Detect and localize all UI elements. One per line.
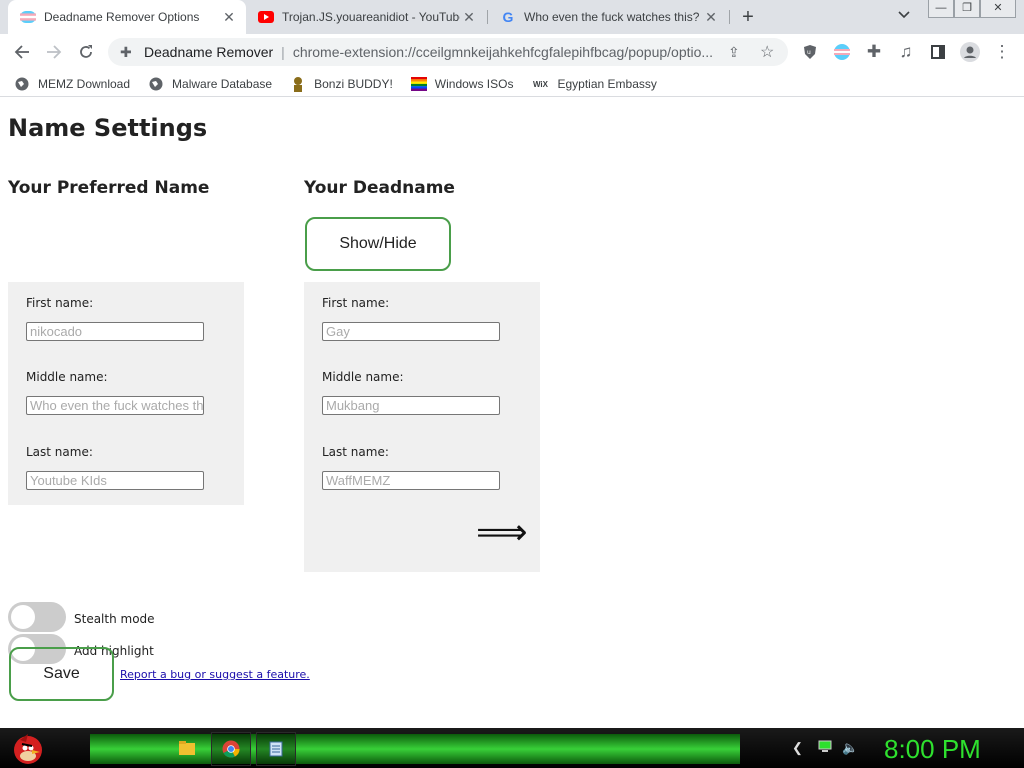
report-bug-link[interactable]: Report a bug or suggest a feature. [120,668,310,681]
tab-search-chevron-icon[interactable] [894,8,914,28]
bookmarks-bar: MEMZ Download Malware Database Bonzi BUD… [0,72,1024,97]
close-icon[interactable]: ✕ [702,9,720,26]
close-icon[interactable]: ✕ [460,9,478,26]
address-bar[interactable]: ✚ Deadname Remover | chrome-extension://… [108,38,788,66]
bookmark-memz[interactable]: MEMZ Download [14,76,130,92]
puzzle-piece-icon: ✚ [120,43,132,60]
forward-arrow-icon[interactable] [42,40,66,64]
rainbow-flag-icon [410,76,427,92]
browser-chrome: Deadname Remover Options ✕ Trojan.JS.you… [0,0,1024,103]
google-icon: G [502,9,514,25]
ublock-shield-icon[interactable]: u [798,40,822,64]
toggle-knob [11,605,35,629]
tab-google[interactable]: G Who even the fuck watches this? ✕ [488,0,728,34]
media-queue-icon[interactable]: ♫ [894,40,918,64]
options-page: Name Settings Your Preferred Name Your D… [0,104,1024,728]
taskbar: ❮ 🔈 8:00 PM [0,728,1024,768]
volume-speaker-icon[interactable]: 🔈 [842,740,858,756]
chrome-taskbar-icon[interactable] [211,732,251,766]
bonzi-icon [290,76,306,92]
close-icon[interactable]: ✕ [220,9,238,26]
last-name-label: Last name: [26,445,93,459]
svg-text:u: u [807,49,811,56]
bookmark-label: Bonzi BUDDY! [314,77,393,91]
notepad-icon[interactable] [256,732,296,766]
taskbar-clock[interactable]: 8:00 PM [884,734,981,765]
star-bookmark-icon[interactable]: ☆ [760,42,774,62]
tab-youtube[interactable]: Trojan.JS.youareanidiot - YouTube ✕ [246,0,486,34]
site-name: Deadname Remover [144,44,274,60]
page-title: Name Settings [8,114,208,142]
globe-icon [148,76,164,92]
tab-separator [729,10,730,24]
tab-title: Who even the fuck watches this? [524,10,700,24]
bookmark-label: Malware Database [172,77,273,91]
preferred-middle-name-input[interactable]: Who even the fuck watches this [26,396,204,415]
tab-title: Trojan.JS.youareanidiot - YouTube [282,10,460,24]
url-text[interactable]: chrome-extension://cceilgmnkeijahkehfcgf… [293,44,723,60]
preferred-name-panel: First name: nikocado Middle name: Who ev… [8,282,244,505]
browser-toolbar: ✚ Deadname Remover | chrome-extension://… [0,34,1024,70]
middle-name-label: Middle name: [322,370,404,384]
deadname-last-name-input[interactable]: WaffMEMZ [322,471,500,490]
restore-button[interactable]: ❐ [954,0,980,18]
trans-flag-extension-icon[interactable] [830,40,854,64]
stealth-mode-label: Stealth mode [74,612,155,626]
new-tab-button[interactable]: + [736,5,760,29]
profile-avatar-icon[interactable] [958,40,982,64]
preferred-last-name-input[interactable]: Youtube KIds [26,471,204,490]
bookmark-malware-database[interactable]: Malware Database [148,76,272,92]
trans-flag-icon [20,9,36,25]
globe-icon [14,76,30,92]
middle-name-label: Middle name: [26,370,108,384]
bookmark-egyptian-embassy[interactable]: WiX Egyptian Embassy [531,76,657,92]
youtube-icon [258,9,274,25]
deadname-middle-name-input[interactable]: Mukbang [322,396,500,415]
tab-deadname-options[interactable]: Deadname Remover Options ✕ [8,0,246,34]
first-name-label: First name: [322,296,390,310]
save-button[interactable]: Save [9,647,114,701]
close-window-button[interactable]: ✕ [980,0,1016,18]
bookmark-bonzi-buddy[interactable]: Bonzi BUDDY! [290,76,393,92]
double-arrow-icon[interactable]: ⟹ [476,512,528,553]
extensions-puzzle-icon[interactable]: ✚ [862,40,886,64]
bookmark-windows-isos[interactable]: Windows ISOs [410,76,514,92]
tray-expand-icon[interactable]: ❮ [792,740,803,756]
file-explorer-icon[interactable] [168,732,206,764]
side-panel-icon[interactable] [926,40,950,64]
tab-strip: Deadname Remover Options ✕ Trojan.JS.you… [0,0,1024,34]
start-angry-bird-icon[interactable] [8,728,48,768]
divider: | [281,44,285,60]
tab-title: Deadname Remover Options [44,10,200,24]
wix-icon: WiX [532,79,548,89]
bookmark-label: Windows ISOs [434,77,514,91]
share-icon[interactable]: ⇪ [728,44,740,61]
kebab-menu-icon[interactable]: ⋮ [990,40,1014,64]
reload-icon[interactable] [74,40,98,64]
deadname-panel: First name: Gay Middle name: Mukbang Las… [304,282,540,572]
show-hide-button[interactable]: Show/Hide [305,217,451,271]
back-arrow-icon[interactable] [10,40,34,64]
last-name-label: Last name: [322,445,389,459]
network-monitor-icon[interactable] [818,740,832,755]
bookmark-label: Egyptian Embassy [557,77,657,91]
deadname-heading: Your Deadname [304,178,455,198]
deadname-first-name-input[interactable]: Gay [322,322,500,341]
preferred-name-heading: Your Preferred Name [8,178,210,198]
first-name-label: First name: [26,296,94,310]
preferred-first-name-input[interactable]: nikocado [26,322,204,341]
minimize-button[interactable]: — [928,0,954,18]
bookmark-label: MEMZ Download [38,77,131,91]
stealth-mode-toggle[interactable] [8,602,66,632]
